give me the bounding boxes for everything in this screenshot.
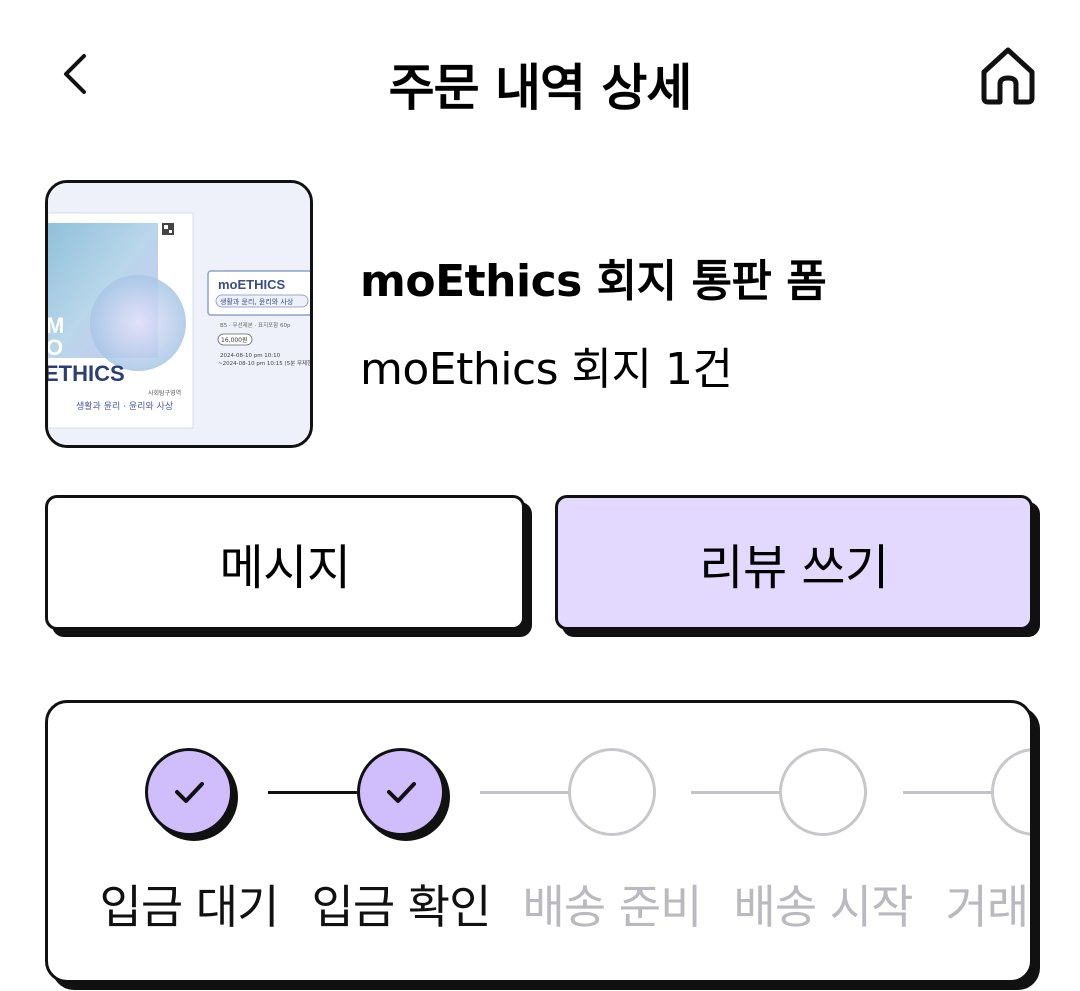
step-label-shipping-started: 배송 시작 xyxy=(733,880,914,934)
check-icon xyxy=(175,782,204,803)
message-button-label: 메시지 xyxy=(219,539,351,596)
svg-text:moETHICS: moETHICS xyxy=(218,277,286,292)
write-review-button[interactable]: 리뷰 쓰기 xyxy=(555,495,1033,630)
order-detail-page: 주문 내역 상세 ETHICS 사회탐구영역 생활과 윤리 · 윤리와 사상 m… xyxy=(0,0,1080,991)
svg-text:B5 · 무선제본 · 표지포함 60p: B5 · 무선제본 · 표지포함 60p xyxy=(220,321,291,329)
product-summary: moEthics 회지 1건 xyxy=(360,344,733,395)
page-title: 주문 내역 상세 xyxy=(388,59,693,117)
step-indicator-deposit-confirmed xyxy=(357,748,445,836)
svg-text:16,000원: 16,000원 xyxy=(221,336,248,344)
svg-text:~2024-08-10 pm 10:15 (5분 무제한): ~2024-08-10 pm 10:15 (5분 무제한) xyxy=(218,359,310,367)
step-indicator-shipping-prep xyxy=(568,748,656,836)
order-status-tracker: 입금 대기 입금 확인 배송 준비 배송 시작 거래 종료 xyxy=(45,700,1033,983)
check-icon xyxy=(387,782,416,803)
svg-text:O: O xyxy=(48,335,63,360)
product-name: moEthics 회지 통판 폼 xyxy=(360,256,827,307)
product-thumbnail[interactable]: M O ETHICS 사회탐구영역 생활과 윤리 · 윤리와 사상 moETHI… xyxy=(45,180,313,448)
step-label-shipping-prep: 배송 준비 xyxy=(522,880,703,934)
step-indicator-transaction-closed xyxy=(991,748,1030,836)
book-cover-image: M O ETHICS 사회탐구영역 생활과 윤리 · 윤리와 사상 moETHI… xyxy=(48,183,310,445)
home-icon xyxy=(981,47,1035,105)
step-indicator-deposit-pending xyxy=(145,748,233,836)
step-label-transaction-closed: 거래 종료 xyxy=(945,880,1030,934)
step-connector xyxy=(691,791,781,794)
step-label-deposit-pending: 입금 대기 xyxy=(99,880,280,934)
step-indicator-shipping-started xyxy=(779,748,867,836)
home-button[interactable] xyxy=(972,40,1044,110)
svg-text:생활과 윤리, 윤리와 사상: 생활과 윤리, 윤리와 사상 xyxy=(220,297,294,306)
step-label-deposit-confirmed: 입금 확인 xyxy=(311,880,492,934)
step-connector xyxy=(903,791,993,794)
svg-text:생활과 윤리 · 윤리와 사상: 생활과 윤리 · 윤리와 사상 xyxy=(76,400,173,412)
message-button[interactable]: 메시지 xyxy=(45,495,525,630)
header: 주문 내역 상세 xyxy=(0,0,1080,160)
svg-text:ETHICS: ETHICS xyxy=(48,361,125,386)
svg-text:2024-08-10 pm 10:10: 2024-08-10 pm 10:10 xyxy=(220,353,281,359)
write-review-button-label: 리뷰 쓰기 xyxy=(699,539,889,596)
step-connector xyxy=(480,791,570,794)
svg-text:사회탐구영역: 사회탐구영역 xyxy=(148,389,181,397)
step-connector xyxy=(268,791,358,794)
